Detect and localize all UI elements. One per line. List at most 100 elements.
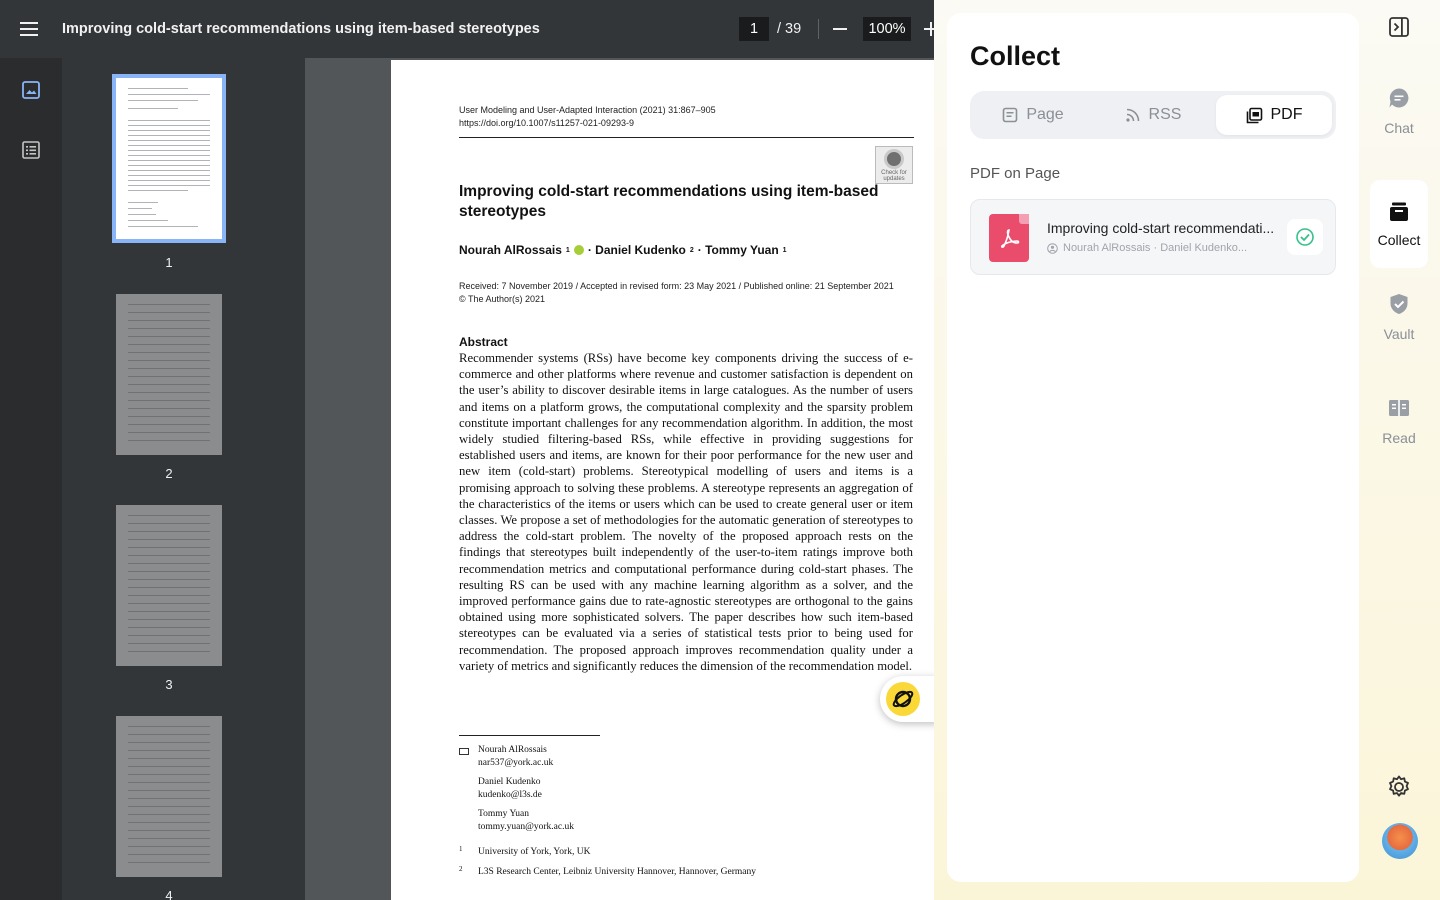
user-icon [1047, 242, 1058, 254]
rail-label: Vault [1383, 326, 1415, 342]
pdf-viewport[interactable]: User Modeling and User-Adapted Interacti… [305, 58, 934, 900]
footnote-contact: Daniel Kudenko kudenko@l3s.de [478, 776, 542, 801]
rail-label: Chat [1384, 120, 1414, 136]
abstract-text: Recommender systems (RSs) have become ke… [459, 351, 913, 673]
contact-name: Daniel Kudenko [478, 777, 541, 787]
book-icon [1389, 400, 1409, 416]
contact-email[interactable]: kudenko@l3s.de [478, 789, 542, 802]
thumbnail-panel: 1 2 3 4 [62, 58, 305, 900]
thumbnail-label: 3 [165, 677, 173, 692]
thumbnails-tab[interactable] [19, 78, 43, 102]
pdf-file-icon [989, 214, 1029, 262]
affiliation-number: 1 [459, 845, 463, 853]
page-number-input[interactable] [739, 17, 769, 41]
menu-button[interactable] [0, 0, 58, 58]
affiliation: L3S Research Center, Leibniz University … [478, 867, 756, 877]
orcid-icon[interactable] [573, 245, 584, 255]
tab-rss[interactable]: RSS [1094, 95, 1212, 135]
abstract-heading: Abstract [459, 335, 508, 349]
contact-name: Tommy Yuan [478, 809, 529, 819]
sidebar-tabs [0, 58, 62, 900]
tab-pdf[interactable]: PDF [1216, 95, 1332, 135]
paper-title: Improving cold-start recommendations usi… [459, 183, 879, 220]
page-total: / 39 [777, 21, 802, 37]
page-icon [1003, 107, 1018, 123]
toolbar-divider [818, 19, 819, 39]
sidebar-collapse-icon [1389, 17, 1409, 37]
affiliation-mark: 1 [565, 246, 570, 254]
crossmark-icon [884, 149, 904, 169]
pdf-item[interactable]: Improving cold-start recommendati... Nou… [970, 199, 1336, 275]
affiliation: University of York, York, UK [478, 847, 591, 857]
image-icon [22, 81, 40, 99]
rss-icon [1125, 108, 1139, 122]
footnote-contact: Nourah AlRossais nar537@york.ac.uk [478, 744, 553, 769]
page-control: / 39 [739, 17, 801, 41]
rail-label: Read [1382, 430, 1416, 446]
panel-title: Collect [970, 41, 1061, 71]
affiliation-mark: 1 [782, 246, 787, 254]
pdf-page: User Modeling and User-Adapted Interacti… [391, 60, 934, 900]
shield-check-icon [1390, 294, 1408, 314]
gear-icon [1389, 775, 1409, 797]
zoom-input[interactable] [863, 17, 911, 41]
affiliation-mark: 2 [689, 246, 694, 254]
contact-email[interactable]: nar537@york.ac.uk [478, 757, 553, 770]
assistant-float-button[interactable] [880, 676, 940, 722]
pdf-tab-icon [1246, 107, 1262, 123]
collect-card: Collect Page RSS PDF PDF on Page Improvi… [947, 13, 1359, 882]
dates-line: Received: 7 November 2019 / Accepted in … [459, 281, 894, 291]
rail-chat[interactable]: Chat [1370, 86, 1428, 136]
pdf-item-authors-text: Nourah AlRossais · Daniel Kudenko... [1063, 242, 1248, 254]
check-circle-icon [1296, 228, 1314, 246]
author-name: Nourah AlRossais [459, 243, 562, 257]
affiliation-number: 2 [459, 865, 463, 873]
tab-label: Page [1026, 106, 1064, 123]
pdf-toolbar: Improving cold-start recommendations usi… [0, 0, 936, 58]
check-for-updates-label: Check for updates [881, 170, 907, 182]
rail-read[interactable]: Read [1370, 396, 1428, 446]
tab-label: RSS [1148, 106, 1182, 123]
rail-collect[interactable]: Collect [1370, 180, 1428, 268]
publication-dates: Received: 7 November 2019 / Accepted in … [459, 280, 894, 305]
page-thumbnail[interactable] [116, 505, 222, 666]
pdf-item-title: Improving cold-start recommendati... [1047, 220, 1275, 236]
thumbnail-label: 1 [165, 255, 173, 270]
chat-icon [1389, 88, 1409, 108]
rail-vault[interactable]: Vault [1370, 292, 1428, 342]
author-line: Nourah AlRossais 1 · Daniel Kudenko 2 · To… [459, 243, 787, 257]
collected-check-button[interactable] [1287, 219, 1323, 255]
user-avatar[interactable] [1382, 823, 1418, 859]
page-thumbnail[interactable] [112, 74, 226, 243]
contact-name: Nourah AlRossais [478, 745, 547, 755]
outline-tab[interactable] [19, 138, 43, 162]
collect-tabs: Page RSS PDF [970, 91, 1336, 139]
minus-icon [833, 28, 847, 30]
planet-icon [886, 682, 920, 716]
journal-info: User Modeling and User-Adapted Interacti… [459, 104, 716, 129]
pdf-item-authors: Nourah AlRossais · Daniel Kudenko... [1047, 242, 1247, 254]
doi-link[interactable]: https://doi.org/10.1007/s11257-021-09293… [459, 117, 716, 130]
envelope-icon [459, 748, 469, 755]
page-thumbnail[interactable] [116, 716, 222, 877]
footnote-rule [459, 735, 600, 736]
section-label: PDF on Page [970, 165, 1061, 182]
rail-label: Collect [1377, 232, 1421, 248]
toggle-sidebar-button[interactable] [1370, 16, 1428, 38]
thumbnail-label: 2 [165, 466, 173, 481]
hamburger-icon [20, 22, 38, 36]
document-title: Improving cold-start recommendations usi… [62, 21, 540, 37]
copyright-line: © The Author(s) 2021 [459, 293, 546, 304]
page-thumbnail[interactable] [116, 294, 222, 455]
list-icon [22, 141, 40, 159]
footnote-contact: Tommy Yuan tommy.yuan@york.ac.uk [478, 808, 574, 833]
zoom-out-button[interactable] [829, 18, 851, 40]
tab-page[interactable]: Page [974, 95, 1092, 135]
contact-email[interactable]: tommy.yuan@york.ac.uk [478, 821, 574, 834]
journal-citation: User Modeling and User-Adapted Interacti… [459, 105, 716, 115]
settings-button[interactable] [1370, 774, 1428, 800]
author-name: · Daniel Kudenko [587, 243, 686, 257]
check-for-updates-badge[interactable]: Check for updates [875, 146, 913, 184]
header-rule [459, 137, 914, 138]
thumbnail-label: 4 [165, 888, 173, 900]
